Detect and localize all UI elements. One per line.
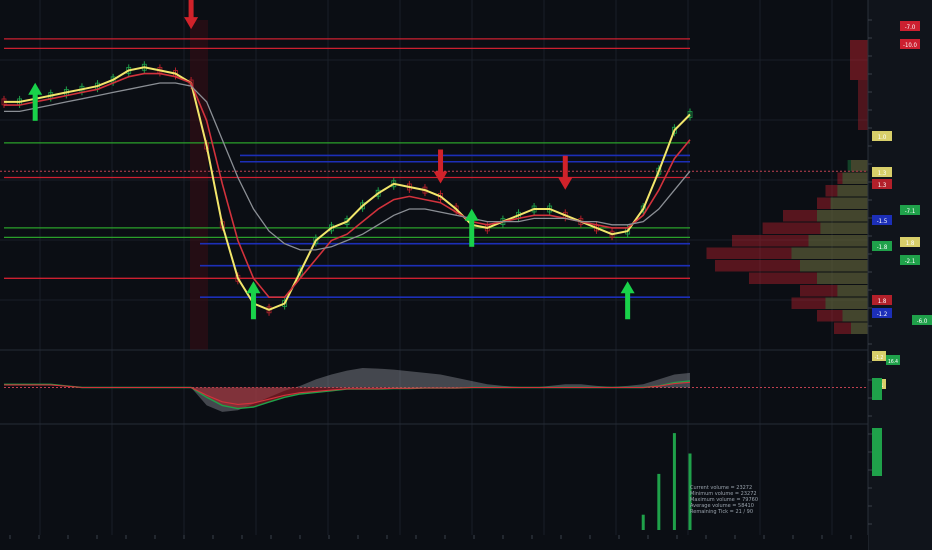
volume-profile-bull-bar — [817, 272, 868, 284]
volume-axis-bar — [872, 428, 882, 476]
price-tag-label: -7.0 — [905, 24, 916, 31]
price-tag-label: 1.0 — [878, 134, 887, 141]
volume-profile-bull-bar — [837, 285, 868, 297]
price-tag: 1.0 — [872, 131, 892, 141]
volume-bar — [641, 514, 645, 530]
volume-profile-bull-bar — [847, 160, 868, 172]
osc-tag: -1.2 — [872, 351, 886, 361]
volume-profile-bull-bar — [820, 222, 868, 234]
price-tag: -10.0 — [900, 39, 920, 49]
price-tag: -7.0 — [900, 21, 920, 31]
price-tag-label: 1.8 — [878, 298, 887, 305]
price-tag: -2.1 — [900, 255, 920, 265]
osc-tag-label: -1.2 — [875, 355, 884, 361]
sell-signal-arrow-shaft — [438, 149, 444, 174]
price-tag: 1.3 — [872, 179, 892, 189]
price-tag-label: -1.2 — [877, 311, 888, 318]
price-tag-label: -6.0 — [917, 318, 928, 325]
volume-profile-top-bar — [858, 80, 868, 130]
osc-tag-label: 16.4 — [888, 359, 898, 365]
volume-axis-bars — [872, 428, 882, 476]
price-tag: -1.2 — [872, 308, 892, 318]
volume-profile-bull-bar — [817, 210, 868, 222]
price-tag: -7.1 — [900, 205, 920, 215]
osc-tag: 16.4 — [886, 355, 900, 365]
volume-stats-box: Current volume = 23272 Minimum volume = … — [690, 485, 758, 515]
volume-profile-bull-bar — [837, 185, 868, 197]
price-tag-label: -10.0 — [903, 42, 918, 49]
price-tag-label: 1.8 — [906, 240, 915, 247]
sell-signal-arrow-shaft — [562, 155, 568, 180]
volume-profile-bull-bar — [842, 172, 868, 184]
time-axis-strip[interactable] — [0, 535, 868, 550]
volume-profile-top-bar — [850, 40, 868, 80]
volume-profile-bull-bar — [791, 247, 868, 259]
volume-profile-bull-bar — [800, 260, 868, 272]
highlight-zone — [190, 20, 208, 350]
sell-signal-arrow-shaft — [188, 0, 194, 20]
buy-signal-arrow-shaft — [250, 291, 256, 320]
buy-signal-arrow-shaft — [625, 291, 631, 320]
remaining-tick-label: Remaining Tick = 21 / 90 — [690, 509, 754, 515]
osc-axis-bar — [872, 378, 882, 400]
price-tag: 1.3 — [872, 167, 892, 177]
volume-profile-bull-bar — [842, 310, 868, 322]
price-tag: -1.8 — [872, 241, 892, 251]
buy-signal-arrow-shaft — [469, 218, 475, 247]
price-tag: -1.5 — [872, 215, 892, 225]
price-tag: 1.8 — [872, 295, 892, 305]
price-tag-label: 1.3 — [878, 182, 887, 189]
chart-canvas[interactable]: -7.0 -10.0 1.0 1.3 1.3 -7.1 -1.5 1.8 -1.8 -2.1 1.8… — [0, 0, 932, 550]
price-tag-label: -2.1 — [905, 258, 916, 265]
volume-bar — [657, 473, 661, 530]
price-tag-label: -7.1 — [905, 208, 916, 215]
price-tag: 1.8 — [900, 237, 920, 247]
price-tag-label: -1.8 — [877, 244, 888, 251]
volume-bar — [672, 433, 676, 530]
volume-profile-bull-bar — [851, 322, 868, 334]
buy-signal-arrow-shaft — [32, 92, 38, 121]
volume-profile-bull-bar — [825, 297, 868, 309]
price-tag-label: 1.3 — [878, 170, 887, 177]
price-tag: -6.0 — [912, 315, 932, 325]
price-tag-label: -1.5 — [877, 218, 888, 225]
volume-profile-bull-bar — [830, 197, 868, 209]
volume-profile-bull-bar — [808, 235, 868, 247]
